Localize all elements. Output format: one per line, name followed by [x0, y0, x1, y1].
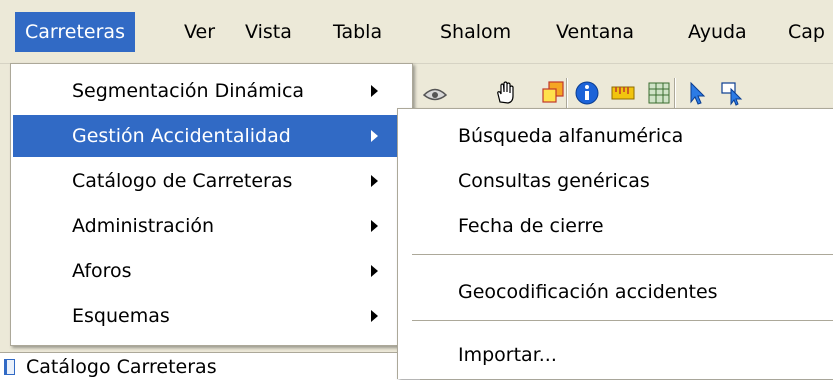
gestion-accidentalidad-submenu: Búsqueda alfanumérica Consultas genérica… — [397, 108, 833, 379]
menu-item-label: Geocodificación accidentes — [458, 281, 718, 303]
menu-item-label: Fecha de cierre — [458, 215, 604, 237]
menu-item-label: Búsqueda alfanumérica — [458, 125, 684, 147]
menu-ver[interactable]: Ver — [174, 12, 225, 52]
menu-item-consultas-genericas[interactable]: Consultas genéricas — [400, 160, 831, 202]
menu-separator — [412, 254, 833, 255]
toolbar-separator — [674, 78, 676, 110]
menu-item-fecha-de-cierre[interactable]: Fecha de cierre — [400, 205, 831, 247]
select-layers-icon[interactable] — [540, 80, 566, 106]
submenu-arrow-icon — [371, 175, 378, 187]
menu-item-geocodificacion-accidentes[interactable]: Geocodificación accidentes — [400, 271, 831, 313]
menu-separator — [412, 320, 833, 321]
select-arrow-icon[interactable] — [719, 80, 745, 106]
menu-bar: Carreteras Ver Vista Tabla Shalom Ventan… — [0, 0, 833, 64]
menu-cap[interactable]: Cap — [778, 12, 833, 52]
menu-item-importar[interactable]: Importar... — [400, 334, 831, 376]
menu-item-label: Administración — [72, 215, 215, 237]
measure-icon[interactable] — [610, 80, 636, 106]
menu-item-label: Gestión Accidentalidad — [72, 125, 291, 147]
menu-tabla[interactable]: Tabla — [323, 12, 392, 52]
submenu-arrow-icon — [371, 85, 378, 97]
carreteras-menu: Segmentación Dinámica Gestión Accidental… — [10, 63, 413, 346]
menu-item-label: Consultas genéricas — [458, 170, 650, 192]
menu-item-segmentacion-dinamica[interactable]: Segmentación Dinámica — [13, 70, 410, 112]
table-icon[interactable] — [646, 80, 672, 106]
menu-ayuda[interactable]: Ayuda — [678, 12, 757, 52]
menu-carreteras[interactable]: Carreteras — [15, 12, 135, 52]
catalog-panel-tab[interactable]: Catálogo Carreteras — [0, 352, 420, 380]
eye-icon[interactable] — [422, 80, 448, 106]
menu-item-busqueda-alfanumerica[interactable]: Búsqueda alfanumérica — [400, 115, 831, 157]
pointer-arrow-icon[interactable] — [684, 80, 710, 106]
document-icon — [4, 359, 15, 375]
submenu-arrow-icon — [371, 220, 378, 232]
menu-item-administracion[interactable]: Administración — [13, 205, 410, 247]
menu-item-label: Esquemas — [72, 305, 170, 327]
menu-ventana[interactable]: Ventana — [546, 12, 644, 52]
menu-item-catalogo-carreteras[interactable]: Catálogo de Carreteras — [13, 160, 410, 202]
toolbar-separator — [566, 78, 568, 110]
info-icon[interactable] — [574, 80, 600, 106]
submenu-arrow-icon — [371, 310, 378, 322]
menu-item-label: Catálogo de Carreteras — [72, 170, 293, 192]
menu-item-label: Importar... — [458, 344, 557, 366]
menu-item-aforos[interactable]: Aforos — [13, 250, 410, 292]
menu-shalom[interactable]: Shalom — [430, 12, 521, 52]
menu-item-gestion-accidentalidad[interactable]: Gestión Accidentalidad — [13, 115, 410, 157]
menu-item-esquemas[interactable]: Esquemas — [13, 295, 410, 337]
menu-item-label: Aforos — [72, 260, 132, 282]
pan-hand-icon[interactable] — [493, 80, 519, 106]
submenu-arrow-icon — [371, 265, 378, 277]
panel-tab-label: Catálogo Carreteras — [26, 356, 217, 378]
menu-vista[interactable]: Vista — [235, 12, 302, 52]
submenu-arrow-icon — [371, 130, 378, 142]
menu-item-label: Segmentación Dinámica — [72, 80, 305, 102]
